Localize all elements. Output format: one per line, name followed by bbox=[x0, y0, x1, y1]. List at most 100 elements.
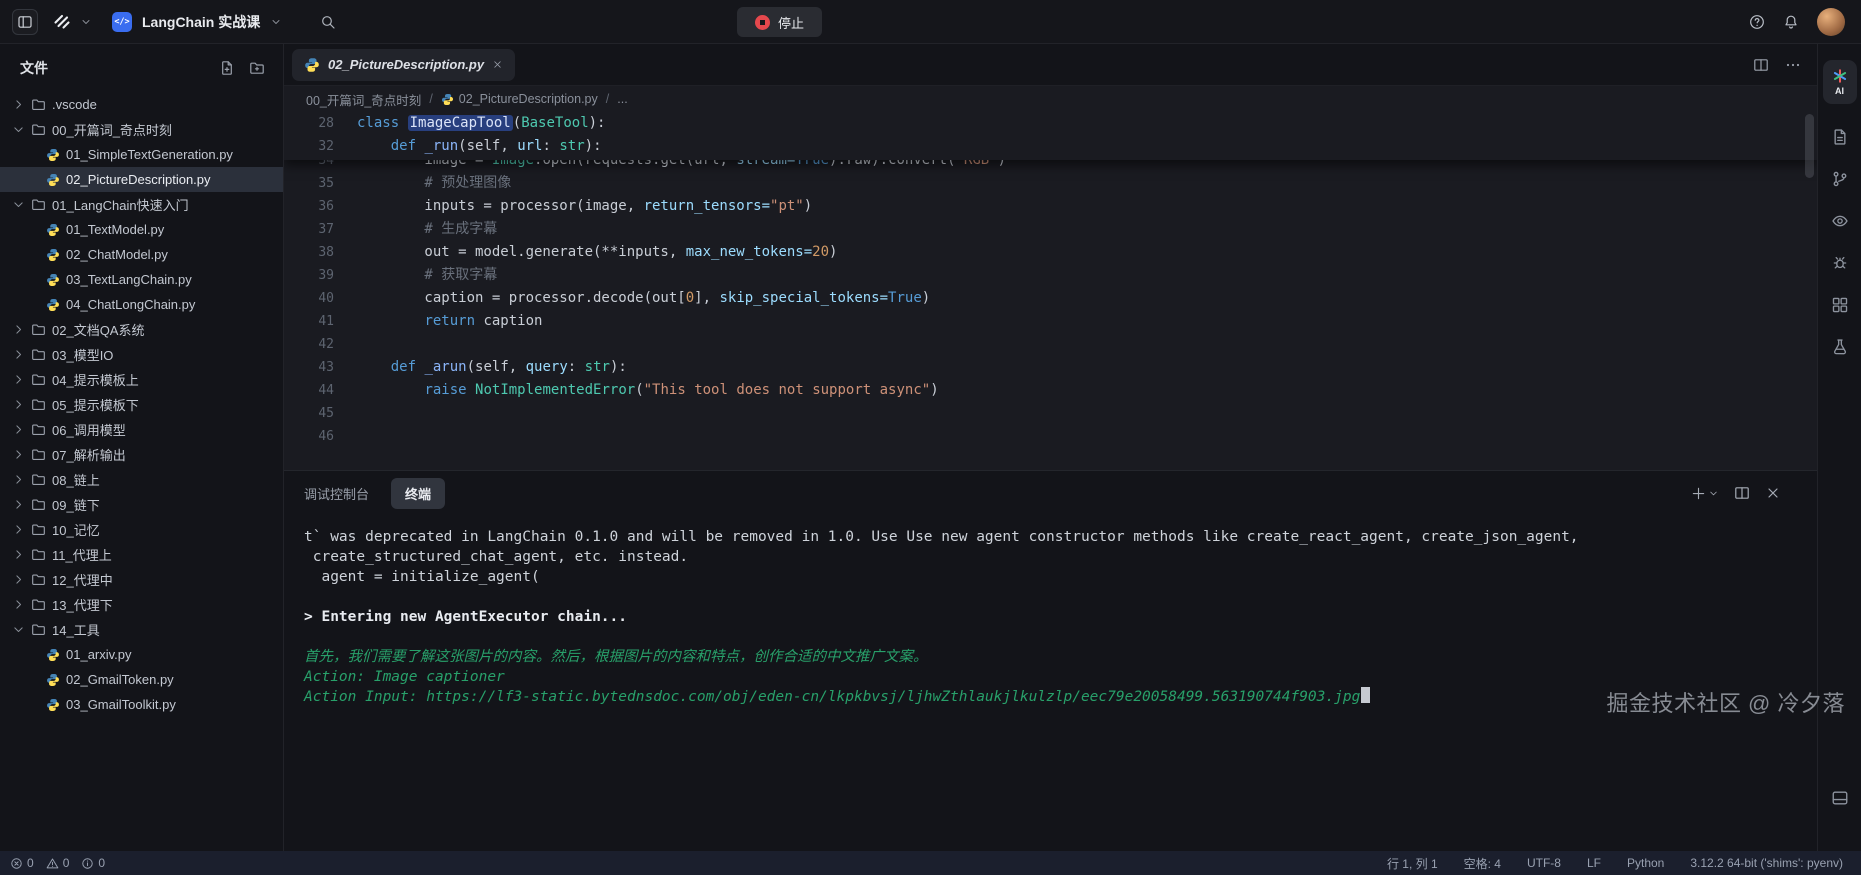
breadcrumb-item[interactable]: ... bbox=[617, 92, 627, 106]
ai-sidebar-button[interactable]: AI bbox=[1823, 60, 1857, 104]
trae-logo-icon[interactable] bbox=[54, 14, 70, 30]
folder-icon bbox=[31, 422, 46, 437]
search-icon[interactable] bbox=[320, 14, 336, 30]
chevron-right-icon bbox=[12, 448, 25, 461]
project-name[interactable]: LangChain 实战课 bbox=[142, 12, 260, 32]
editor-scrollbar[interactable] bbox=[1805, 114, 1814, 178]
eye-icon[interactable] bbox=[1831, 212, 1849, 230]
more-actions-icon[interactable] bbox=[1785, 57, 1801, 73]
tree-item-folder[interactable]: 07_解析输出 bbox=[0, 442, 283, 467]
status-item[interactable]: 行 1, 列 1 bbox=[1387, 855, 1438, 872]
status-item[interactable]: UTF-8 bbox=[1527, 856, 1561, 870]
tree-item-folder[interactable]: .vscode bbox=[0, 92, 283, 117]
tree-item-label: 09_链下 bbox=[52, 495, 100, 514]
tree-item-file[interactable]: 02_PictureDescription.py bbox=[0, 167, 283, 192]
code-text[interactable]: inputs = processor(image, return_tensors… bbox=[357, 195, 812, 218]
panel-layout-icon[interactable] bbox=[1831, 789, 1849, 807]
new-folder-icon[interactable] bbox=[249, 60, 265, 76]
branch-icon[interactable] bbox=[1831, 170, 1849, 188]
close-panel-icon[interactable] bbox=[1765, 485, 1781, 501]
split-editor-icon[interactable] bbox=[1753, 57, 1769, 73]
chevron-right-icon bbox=[12, 523, 25, 536]
tree-item-folder[interactable]: 01_LangChain快速入门 bbox=[0, 192, 283, 217]
tree-item-file[interactable]: 04_ChatLongChain.py bbox=[0, 292, 283, 317]
tree-item-folder[interactable]: 05_提示模板下 bbox=[0, 392, 283, 417]
code-line: 38 out = model.generate(**inputs, max_ne… bbox=[284, 241, 1817, 264]
split-terminal-icon[interactable] bbox=[1734, 485, 1750, 501]
status-error-count[interactable]: 0 bbox=[10, 856, 34, 870]
app-layout-button[interactable] bbox=[12, 9, 38, 35]
tree-item-file[interactable]: 01_arxiv.py bbox=[0, 642, 283, 667]
grid-icon[interactable] bbox=[1831, 296, 1849, 314]
status-item[interactable]: LF bbox=[1587, 856, 1601, 870]
stop-button[interactable]: 停止 bbox=[737, 7, 822, 37]
doc-icon[interactable] bbox=[1831, 128, 1849, 146]
tree-item-folder[interactable]: 09_链下 bbox=[0, 492, 283, 517]
tree-item-file[interactable]: 01_TextModel.py bbox=[0, 217, 283, 242]
python-icon bbox=[46, 298, 60, 312]
terminal-line: > Entering new AgentExecutor chain... bbox=[304, 607, 1797, 627]
chevron-right-icon bbox=[12, 473, 25, 486]
code-text[interactable]: return caption bbox=[357, 310, 542, 333]
code-text[interactable]: raise NotImplementedError("This tool doe… bbox=[357, 379, 939, 402]
debug-icon[interactable] bbox=[1831, 254, 1849, 272]
status-left: 000 bbox=[10, 856, 105, 870]
code-text[interactable]: # 获取字幕 bbox=[357, 264, 497, 287]
breadcrumb-item[interactable]: 00_开篇词_奇点时刻 bbox=[306, 90, 421, 109]
chevron-down-icon[interactable] bbox=[270, 16, 282, 28]
chevron-right-icon bbox=[12, 423, 25, 436]
code-text[interactable]: # 预处理图像 bbox=[357, 172, 511, 195]
folder-icon bbox=[31, 547, 46, 562]
notifications-bell-icon[interactable] bbox=[1783, 14, 1799, 30]
folder-icon bbox=[31, 472, 46, 487]
status-item[interactable]: 3.12.2 64-bit ('shims': pyenv) bbox=[1690, 856, 1843, 870]
terminal-output[interactable]: t` was deprecated in LangChain 0.1.0 and… bbox=[284, 515, 1817, 851]
tree-item-label: 07_解析输出 bbox=[52, 445, 126, 464]
watermark: 掘金技术社区 @ 冷夕落 bbox=[1606, 686, 1845, 718]
tree-item-folder[interactable]: 03_模型IO bbox=[0, 342, 283, 367]
panel-tab-0[interactable]: 调试控制台 bbox=[304, 484, 369, 503]
tree-item-folder[interactable]: 02_文档QA系统 bbox=[0, 317, 283, 342]
tree-item-folder[interactable]: 14_工具 bbox=[0, 617, 283, 642]
code-line: 37 # 生成字幕 bbox=[284, 218, 1817, 241]
tree-item-folder[interactable]: 00_开篇词_奇点时刻 bbox=[0, 117, 283, 142]
tree-item-file[interactable]: 01_SimpleTextGeneration.py bbox=[0, 142, 283, 167]
tree-item-folder[interactable]: 11_代理上 bbox=[0, 542, 283, 567]
panel-tab-1[interactable]: 终端 bbox=[391, 478, 445, 509]
code-text[interactable]: class ImageCapTool(BaseTool): bbox=[357, 112, 605, 135]
status-item[interactable]: Python bbox=[1627, 856, 1664, 870]
tree-item-file[interactable]: 03_GmailToolkit.py bbox=[0, 692, 283, 717]
status-info-count[interactable]: 0 bbox=[81, 856, 105, 870]
tree-item-file[interactable]: 02_GmailToken.py bbox=[0, 667, 283, 692]
new-file-icon[interactable] bbox=[219, 60, 235, 76]
tree-item-label: 02_GmailToken.py bbox=[66, 672, 174, 687]
code-line: 44 raise NotImplementedError("This tool … bbox=[284, 379, 1817, 402]
new-terminal-button[interactable] bbox=[1691, 486, 1719, 501]
tab-close-icon[interactable] bbox=[492, 59, 503, 70]
chevron-down-icon[interactable] bbox=[80, 16, 92, 28]
code-editor[interactable]: 28class ImageCapTool(BaseTool):32 def _r… bbox=[284, 112, 1817, 470]
tree-item-folder[interactable]: 06_调用模型 bbox=[0, 417, 283, 442]
tree-item-folder[interactable]: 10_记忆 bbox=[0, 517, 283, 542]
status-item[interactable]: 空格: 4 bbox=[1464, 855, 1501, 872]
folder-icon bbox=[31, 622, 46, 637]
tree-item-folder[interactable]: 12_代理中 bbox=[0, 567, 283, 592]
code-text[interactable]: # 生成字幕 bbox=[357, 218, 497, 241]
tree-item-folder[interactable]: 13_代理下 bbox=[0, 592, 283, 617]
code-text[interactable]: def _arun(self, query: str): bbox=[357, 356, 627, 379]
code-text[interactable]: caption = processor.decode(out[0], skip_… bbox=[357, 287, 930, 310]
breadcrumb-item[interactable]: 02_PictureDescription.py bbox=[441, 92, 598, 106]
help-icon[interactable] bbox=[1749, 14, 1765, 30]
tree-item-folder[interactable]: 04_提示模板上 bbox=[0, 367, 283, 392]
terminal-cursor bbox=[1361, 687, 1370, 703]
code-text[interactable]: out = model.generate(**inputs, max_new_t… bbox=[357, 241, 837, 264]
status-warning-count[interactable]: 0 bbox=[46, 856, 70, 870]
flask-icon[interactable] bbox=[1831, 338, 1849, 356]
tree-item-file[interactable]: 02_ChatModel.py bbox=[0, 242, 283, 267]
tree-item-folder[interactable]: 08_链上 bbox=[0, 467, 283, 492]
code-text[interactable]: def _run(self, url: str): bbox=[357, 135, 602, 158]
editor-tab-active[interactable]: 02_PictureDescription.py bbox=[292, 49, 515, 81]
user-avatar[interactable] bbox=[1817, 8, 1845, 36]
line-number: 43 bbox=[298, 356, 334, 379]
tree-item-file[interactable]: 03_TextLangChain.py bbox=[0, 267, 283, 292]
